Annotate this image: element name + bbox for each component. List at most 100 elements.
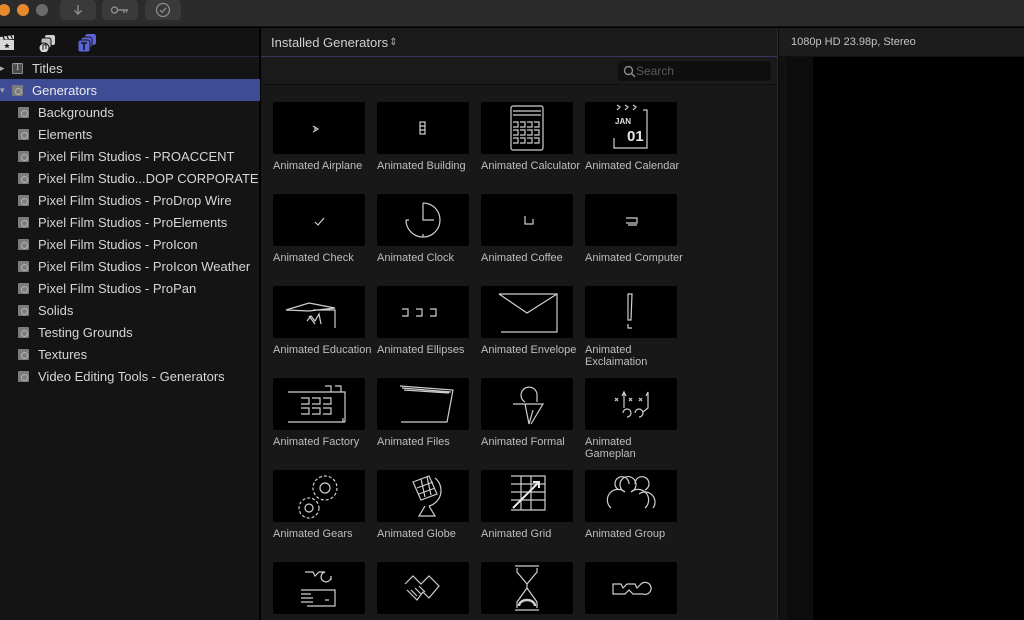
generator-thumbnail[interactable] xyxy=(481,562,573,614)
sidebar-item-solids[interactable]: Solids xyxy=(0,299,260,321)
generator-tile-animated-envelope[interactable]: Animated Envelope xyxy=(481,286,576,356)
sidebar-item-label: Pixel Film Studios - ProIcon xyxy=(38,236,198,252)
sidebar-item-generators[interactable]: ▾ Generators xyxy=(0,79,260,101)
generator-tile-animated-gears[interactable]: Animated Gears xyxy=(273,470,367,540)
handshake-outline-icon xyxy=(612,581,652,595)
sidebar-item-elements[interactable]: Elements xyxy=(0,123,260,145)
sidebar-item-pixel-film-studios-proelements[interactable]: Pixel Film Studios - ProElements xyxy=(0,211,260,233)
formal-icon xyxy=(513,386,545,425)
generator-thumbnail[interactable] xyxy=(585,286,677,338)
generator-thumbnail[interactable] xyxy=(273,286,365,338)
sidebar-item-pixel-film-studios-proicon-weather[interactable]: Pixel Film Studios - ProIcon Weather xyxy=(0,255,260,277)
generator-tile-animated-ellipses[interactable]: Animated Ellipses xyxy=(377,286,471,356)
generator-thumbnail[interactable]: JAN 01 xyxy=(585,102,677,154)
sidebar-item-label: Pixel Film Studios - ProPan xyxy=(38,280,197,296)
generator-tile-animated-grid[interactable]: Animated Grid xyxy=(481,470,575,540)
generator-tile-animated-files[interactable]: Animated Files xyxy=(377,378,471,448)
generator-tile-animated-factory[interactable]: Animated Factory xyxy=(273,378,367,448)
generator-tile-handshake-money[interactable] xyxy=(273,562,367,614)
generator-tile-animated-computer[interactable]: Animated Computer xyxy=(585,194,683,264)
generator-tile-animated-gameplan[interactable]: Animated Gameplan xyxy=(585,378,679,460)
gears-icon xyxy=(298,475,338,519)
generator-thumbnail[interactable] xyxy=(377,378,469,430)
photos-audio-tab[interactable] xyxy=(36,33,58,53)
background-tasks-button[interactable] xyxy=(145,0,181,20)
generator-thumbnail[interactable] xyxy=(273,470,365,522)
disclosure-expanded-icon[interactable]: ▾ xyxy=(0,85,10,96)
generator-thumbnail[interactable] xyxy=(481,378,573,430)
sidebar-item-pixel-film-studios-proicon[interactable]: Pixel Film Studios - ProIcon xyxy=(0,233,260,255)
generator-thumbnail[interactable] xyxy=(377,194,469,246)
calendar-icon: JAN 01 xyxy=(613,104,648,149)
generator-icon xyxy=(18,216,29,228)
generator-thumbnail[interactable] xyxy=(273,378,365,430)
sidebar-item-backgrounds[interactable]: Backgrounds xyxy=(0,101,260,123)
sidebar-item-pixel-film-studios-propan[interactable]: Pixel Film Studios - ProPan xyxy=(0,277,260,299)
generator-tile-animated-group[interactable]: Animated Group xyxy=(585,470,679,540)
generator-thumbnail[interactable] xyxy=(585,378,677,430)
sidebar-item-pixel-film-studios-proaccent[interactable]: Pixel Film Studios - PROACCENT xyxy=(0,145,260,167)
generator-icon xyxy=(12,84,23,96)
search-input[interactable] xyxy=(636,64,766,78)
generator-tile-handshake[interactable] xyxy=(377,562,471,614)
generator-thumbnail[interactable] xyxy=(585,562,677,614)
generator-thumbnail[interactable] xyxy=(481,102,573,154)
generator-tile-animated-calculator[interactable]: Animated Calculator xyxy=(481,102,580,172)
keywords-button[interactable] xyxy=(102,0,138,20)
generator-thumbnail[interactable] xyxy=(481,470,573,522)
generator-thumbnail[interactable] xyxy=(273,562,365,614)
generator-thumbnail[interactable] xyxy=(377,470,469,522)
generator-thumbnail[interactable] xyxy=(481,286,573,338)
titles-generators-tab[interactable] xyxy=(76,33,98,53)
generator-tile-label: Animated Grid xyxy=(481,528,552,540)
generator-tile-animated-globe[interactable]: Animated Globe xyxy=(377,470,471,540)
sidebar-item-label: Solids xyxy=(38,302,74,318)
sidebar-item-textures[interactable]: Textures xyxy=(0,343,260,365)
sidebar-item-label: Titles xyxy=(32,60,63,76)
generator-thumbnail[interactable] xyxy=(273,102,365,154)
generator-tile-label: Animated Gears xyxy=(273,528,353,540)
generator-tile-animated-coffee[interactable]: Animated Coffee xyxy=(481,194,575,264)
key-icon xyxy=(110,6,128,14)
sidebar-item-pixel-film-studios-prodrop-wire[interactable]: Pixel Film Studios - ProDrop Wire xyxy=(0,189,260,211)
generator-thumbnail[interactable] xyxy=(481,194,573,246)
gameplan-icon xyxy=(614,390,649,418)
generator-tile-handshake-outline[interactable] xyxy=(585,562,679,614)
generator-tile-animated-education[interactable]: Animated Education xyxy=(273,286,371,356)
generator-tile-animated-formal[interactable]: Animated Formal xyxy=(481,378,575,448)
handshake-money-icon xyxy=(301,571,336,607)
zoom-window-button[interactable] xyxy=(36,4,48,16)
generator-thumbnail[interactable] xyxy=(585,194,677,246)
sidebar-item-video-editing-tools-generators[interactable]: Video Editing Tools - Generators xyxy=(0,365,260,387)
search-field[interactable] xyxy=(618,61,771,81)
calculator-icon xyxy=(510,105,544,151)
generator-thumbnail[interactable] xyxy=(273,194,365,246)
disclosure-collapsed-icon[interactable]: ▸ xyxy=(0,63,10,74)
generator-thumbnail[interactable] xyxy=(377,102,469,154)
sidebar-item-label: Elements xyxy=(38,126,93,142)
generator-tile-animated-airplane[interactable]: Animated Airplane xyxy=(273,102,367,172)
hourglass-icon xyxy=(515,565,539,611)
generator-tile-animated-building[interactable]: Animated Building xyxy=(377,102,471,172)
libraries-tab[interactable] xyxy=(0,33,18,53)
sidebar-item-pixel-film-studio-dop-corporate[interactable]: Pixel Film Studio...DOP CORPORATE xyxy=(0,167,260,189)
chevron-updown-icon[interactable]: ⇕ xyxy=(389,37,397,48)
sidebar-item-label: Generators xyxy=(32,82,98,98)
generator-tile-animated-check[interactable]: Animated Check xyxy=(273,194,367,264)
generator-thumbnail[interactable] xyxy=(585,470,677,522)
minimize-window-button[interactable] xyxy=(17,4,29,16)
generator-thumbnail[interactable] xyxy=(377,286,469,338)
close-window-button[interactable] xyxy=(0,4,10,16)
sidebar-item-titles[interactable]: ▸ Titles xyxy=(0,57,260,79)
import-button[interactable] xyxy=(60,0,96,20)
generator-thumbnail[interactable] xyxy=(377,562,469,614)
generator-icon xyxy=(18,326,29,338)
generator-tile-animated-calendar[interactable]: JAN 01 Animated Calendar xyxy=(585,102,679,172)
generator-tile-animated-exclaimation[interactable]: Animated Exclaimation xyxy=(585,286,679,368)
globe-icon xyxy=(412,475,442,517)
generator-tile-hourglass[interactable] xyxy=(481,562,575,614)
generator-tile-label: Animated Calendar xyxy=(585,160,680,172)
generator-tile-animated-clock[interactable]: Animated Clock xyxy=(377,194,471,264)
sidebar-item-testing-grounds[interactable]: Testing Grounds xyxy=(0,321,260,343)
installed-generators-popup[interactable]: Installed Generators xyxy=(271,35,388,50)
